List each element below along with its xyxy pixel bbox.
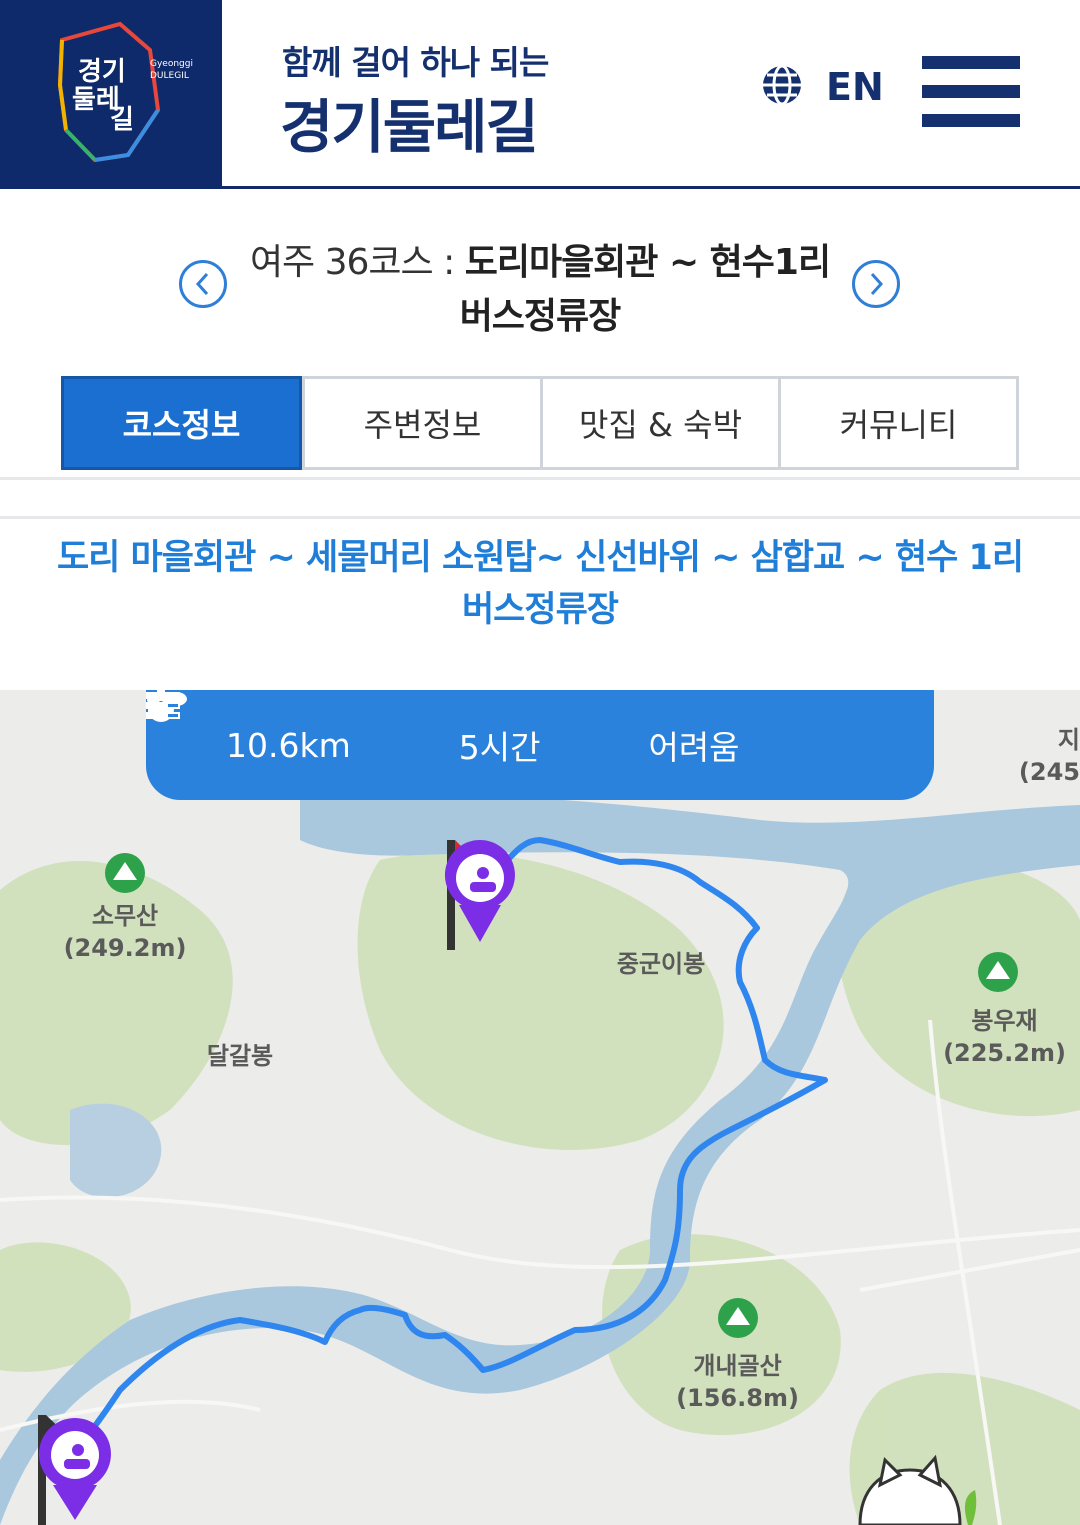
stat-distance: 10.6km: [147, 692, 351, 765]
stat-difficulty: 어려움: [146, 692, 740, 769]
route-summary: 도리 마을회관 ~ 세물머리 소원탑~ 신선바위 ~ 삼합교 ~ 현수 1리 버…: [56, 538, 1024, 630]
language-button[interactable]: EN: [760, 62, 884, 112]
chevron-right-icon: [870, 272, 884, 296]
map-label-bonguje: 봉우재 (225.2m): [943, 1007, 1066, 1067]
logo-en-2: DULEGIL: [150, 71, 189, 81]
tab-course-info[interactable]: 코스정보: [61, 376, 302, 470]
tab-food-lodging[interactable]: 맛집 & 숙박: [540, 379, 778, 467]
logo-text-3: 길: [110, 105, 134, 135]
prev-course-button[interactable]: [179, 260, 227, 308]
course-prefix: 여주 36코스 :: [249, 242, 455, 283]
language-label: EN: [826, 65, 884, 109]
site-logo[interactable]: 경기 둘레 길 Gyeonggi DULEGIL: [0, 0, 222, 189]
end-marker: [38, 1415, 111, 1525]
tab-community[interactable]: 커뮤니티: [778, 379, 1016, 467]
map-label-gaenaegolsan: 개내골산 (156.8m): [676, 1352, 799, 1412]
course-name: 도리마을회관 ~ 현수1리 버스정류장: [459, 242, 831, 337]
difficulty-icon: [146, 692, 180, 719]
course-tabs: 코스정보 주변정보 맛집 & 숙박 커뮤니티: [61, 376, 1019, 470]
course-map[interactable]: 소무산 (249.2m) 달갈봉 중군이봉 봉우재 (225.2m) 개내골산 (15…: [0, 690, 1080, 1525]
map-label-dalgalbong: 달갈봉: [206, 1042, 274, 1070]
stat-time: 5시간: [148, 690, 540, 769]
logo-text-1: 경기: [78, 57, 126, 87]
map-label-somusan: 소무산 (249.2m): [63, 902, 187, 962]
next-course-button[interactable]: [852, 260, 900, 308]
tab-nearby-info[interactable]: 주변정보: [302, 379, 540, 467]
course-title: 여주 36코스 : 도리마을회관 ~ 현수1리 버스정류장: [230, 236, 850, 344]
chevron-left-icon: [195, 272, 209, 296]
map-label-jungguni: 중군이봉: [616, 950, 706, 978]
map-canvas: [0, 793, 1080, 1525]
site-header: 경기 둘레 길 Gyeonggi DULEGIL 함께 걸어 하나 되는 경기둘…: [0, 0, 1080, 189]
course-stats-bar: 10.6km 5시간 어려움: [146, 690, 934, 800]
divider: [0, 516, 1080, 519]
logo-en-1: Gyeonggi: [150, 59, 193, 69]
brand-title[interactable]: 경기둘레길: [280, 80, 539, 164]
map-label-partial: 지 (245: [1018, 726, 1080, 786]
divider: [0, 477, 1080, 480]
brand-subtitle: 함께 걸어 하나 되는: [282, 43, 549, 82]
hamburger-menu-icon[interactable]: [922, 56, 1020, 128]
globe-icon: [760, 63, 804, 111]
